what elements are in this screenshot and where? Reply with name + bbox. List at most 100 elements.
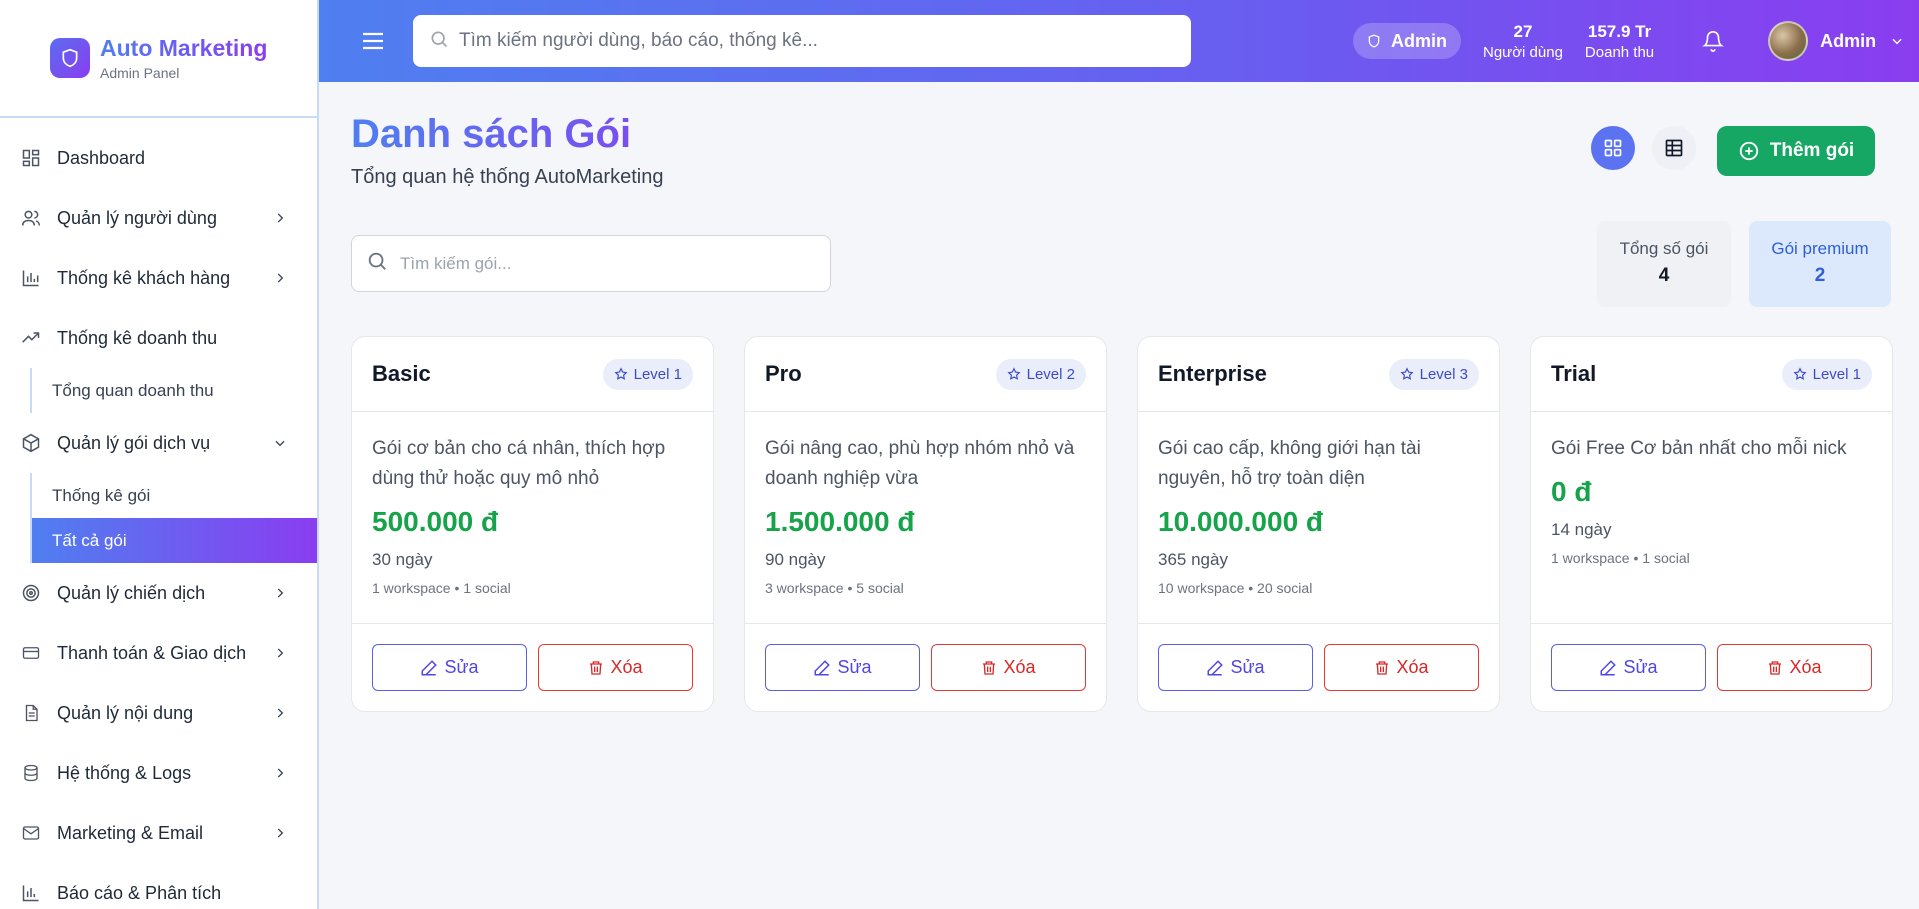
package-search-input[interactable] [400,253,830,274]
package-icon [20,432,42,454]
sidebar-item-content[interactable]: Quản lý nội dung [0,683,317,743]
pencil-icon [1599,659,1617,677]
level-label: Level 3 [1419,365,1468,383]
chevron-right-icon [271,209,289,227]
document-icon [20,702,42,724]
delete-button[interactable]: Xóa [1324,644,1479,691]
sidebar-subitem-revenue-overview[interactable]: Tổng quan doanh thu [32,368,317,413]
package-price: 500.000 đ [372,506,499,537]
package-name: Basic [372,361,431,386]
sidebar-item-users[interactable]: Quản lý người dùng [0,188,317,248]
revenue-label: Doanh thu [1584,43,1655,61]
package-price: 0 đ [1551,476,1592,507]
dashboard-icon [20,147,42,169]
package-description: Gói cơ bản cho cá nhân, thích hợp dùng t… [372,438,666,489]
package-name: Enterprise [1158,361,1267,386]
edit-button[interactable]: Sửa [1551,644,1706,691]
sidebar-item-marketing-email[interactable]: Marketing & Email [0,803,317,863]
package-card-body: Gói Free Cơ bản nhất cho mỗi nick 0 đ 14… [1531,412,1892,624]
revenue-stat: 157.9 Tr Doanh thu [1585,22,1654,61]
table-view-button[interactable] [1652,126,1696,170]
packages-subnav: Thống kê gói Tất cả gói [30,473,317,563]
users-stat: 27 Người dùng [1483,22,1563,61]
brand-title: Auto Marketing [100,35,268,61]
sidebar-item-system-logs[interactable]: Hệ thống & Logs [0,743,317,803]
level-label: Level 2 [1026,365,1075,383]
edit-label: Sửa [444,657,479,677]
avatar [1768,21,1809,61]
sidebar-nav: Dashboard Quản lý người dùng Thống kê kh… [0,118,317,909]
package-actions: Sửa Xóa [1158,644,1479,691]
user-menu[interactable]: Admin [1768,21,1904,61]
edit-button[interactable]: Sửa [372,644,527,691]
delete-button[interactable]: Xóa [538,644,693,691]
premium-packages-value: 2 [1814,265,1826,286]
global-search[interactable] [413,15,1191,67]
package-duration: 90 ngày [765,550,826,569]
total-packages-label: Tổng số gói [1619,239,1709,258]
package-duration: 30 ngày [372,550,433,569]
package-cards: Basic Level 1 Gói cơ bản cho cá nhân, th… [351,336,1893,712]
menu-toggle-button[interactable] [353,21,393,61]
package-actions: Sửa Xóa [372,644,693,691]
main-content: Danh sách Gói Tổng quan hệ thống AutoMar… [319,82,1919,909]
sidebar-item-label: Quản lý người dùng [57,207,217,228]
edit-label: Sửa [837,657,872,677]
brand[interactable]: Auto Marketing Admin Panel [0,0,317,118]
package-price: 1.500.000 đ [765,506,915,537]
target-icon [20,582,42,604]
sidebar: Auto Marketing Admin Panel Dashboard Quả… [0,0,319,909]
shield-icon [1367,33,1381,49]
plus-circle-icon [1738,140,1760,162]
bar-chart-icon [20,267,42,289]
edit-button[interactable]: Sửa [765,644,920,691]
star-icon [614,367,628,381]
search-icon [366,250,388,277]
sidebar-item-reports[interactable]: Báo cáo & Phân tích [0,863,317,909]
brand-subtitle: Admin Panel [100,65,180,81]
package-limits: 1 workspace • 1 social [372,580,511,596]
package-search[interactable] [351,235,831,292]
notification-bell-icon[interactable] [1698,26,1728,56]
trash-icon [981,659,997,677]
topbar: Admin 27 Người dùng 157.9 Tr Doanh thu A… [319,0,1919,82]
level-badge: Level 2 [995,358,1086,390]
edit-label: Sửa [1623,657,1658,677]
level-label: Level 1 [1812,365,1861,383]
sidebar-subitem-all-packages[interactable]: Tất cả gói [32,518,317,563]
sidebar-item-packages[interactable]: Quản lý gói dịch vụ [0,413,317,473]
sidebar-subitem-package-stats[interactable]: Thống kê gói [32,473,317,518]
edit-button[interactable]: Sửa [1158,644,1313,691]
total-packages-card: Tổng số gói 4 [1597,221,1731,307]
package-name: Pro [765,361,802,386]
user-name: Admin [1820,30,1877,51]
package-description: Gói cao cấp, không giới hạn tài nguyên, … [1158,438,1421,489]
sidebar-item-payments[interactable]: Thanh toán & Giao dịch [0,623,317,683]
delete-button[interactable]: Xóa [1717,644,1872,691]
package-actions: Sửa Xóa [1551,644,1872,691]
sidebar-item-revenue-stats[interactable]: Thống kê doanh thu [0,308,317,368]
grid-view-button[interactable] [1591,126,1635,170]
delete-button[interactable]: Xóa [931,644,1086,691]
sidebar-item-dashboard[interactable]: Dashboard [0,128,317,188]
chevron-right-icon [271,824,289,842]
trash-icon [1374,659,1390,677]
trending-up-icon [20,327,42,349]
package-card-header: Trial Level 1 [1531,337,1892,412]
package-description: Gói nâng cao, phù hợp nhóm nhỏ và doanh … [765,438,1075,489]
package-name: Trial [1551,361,1597,386]
level-label: Level 1 [633,365,682,383]
sidebar-item-customer-stats[interactable]: Thống kê khách hàng [0,248,317,308]
global-search-input[interactable] [459,30,1191,52]
chevron-down-icon [271,434,289,452]
star-icon [1007,367,1021,381]
shield-icon [50,38,90,78]
package-card-header: Pro Level 2 [745,337,1106,412]
add-package-button[interactable]: Thêm gói [1717,126,1875,176]
package-duration: 14 ngày [1551,520,1612,539]
sidebar-item-campaigns[interactable]: Quản lý chiến dịch [0,563,317,623]
package-limits: 10 workspace • 20 social [1158,580,1313,596]
sidebar-item-label: Thống kê khách hàng [57,267,231,288]
level-badge: Level 3 [1388,358,1479,390]
package-description: Gói Free Cơ bản nhất cho mỗi nick [1551,438,1847,459]
